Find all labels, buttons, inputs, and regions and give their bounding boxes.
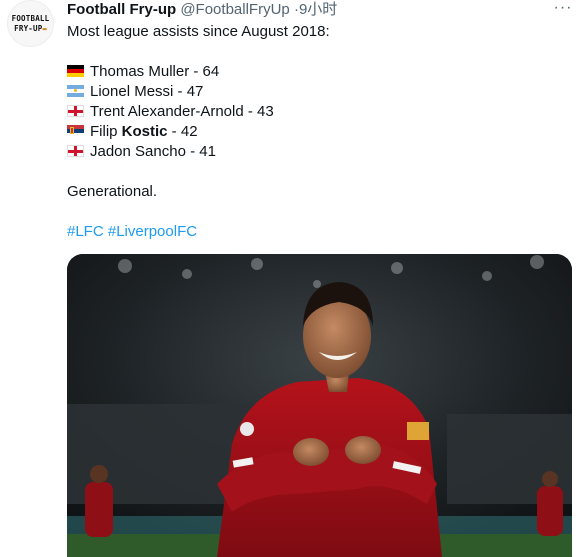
- assist-row-text: Jadon Sancho - 41: [90, 143, 216, 160]
- tweet-text: Most league assists since August 2018: T…: [67, 22, 567, 242]
- avatar-text-line2: FRY-UP▬: [14, 23, 47, 33]
- closing-text: Generational.: [67, 183, 158, 200]
- germany-flag-icon: [67, 65, 84, 77]
- hashtag-link[interactable]: #LFC: [67, 223, 104, 240]
- assist-row-text: Thomas Muller - 64: [90, 63, 220, 80]
- author-name[interactable]: Football Fry-up: [67, 1, 176, 18]
- hashtags: #LFC #LiverpoolFC: [67, 222, 567, 242]
- assist-row-text: Trent Alexander-Arnold - 43: [90, 103, 274, 120]
- author-handle[interactable]: @FootballFryUp: [180, 1, 289, 18]
- assist-row: Trent Alexander-Arnold - 43: [67, 102, 567, 122]
- assist-row: Thomas Muller - 64: [67, 62, 567, 82]
- timestamp[interactable]: 9小时: [299, 1, 337, 18]
- assist-row-text: Filip: [90, 123, 122, 140]
- hashtag-link[interactable]: #LiverpoolFC: [108, 223, 197, 240]
- assist-row-bold-text: Kostic: [121, 123, 168, 140]
- avatar[interactable]: FOOTBALL FRY-UP▬: [7, 0, 54, 47]
- assist-row-text: Lionel Messi - 47: [90, 83, 204, 100]
- serbia-flag-icon: [67, 125, 84, 137]
- assist-row: Lionel Messi - 47: [67, 82, 567, 102]
- argentina-flag-icon: [67, 85, 84, 97]
- intro-text: Most league assists since August 2018:: [67, 23, 330, 40]
- assist-row: Jadon Sancho - 41: [67, 142, 567, 162]
- assist-row: Filip Kostic - 42: [67, 122, 567, 142]
- avatar-text-line1: FOOTBALL: [11, 13, 50, 23]
- assist-row-text: - 42: [167, 123, 198, 140]
- more-horizontal-icon[interactable]: ···: [552, 0, 574, 18]
- tweet-header: Football Fry-up @FootballFryUp ·9小时: [67, 1, 337, 19]
- england-flag-icon: [67, 105, 84, 117]
- england-flag-icon: [67, 145, 84, 157]
- tweet-photo[interactable]: [67, 254, 572, 557]
